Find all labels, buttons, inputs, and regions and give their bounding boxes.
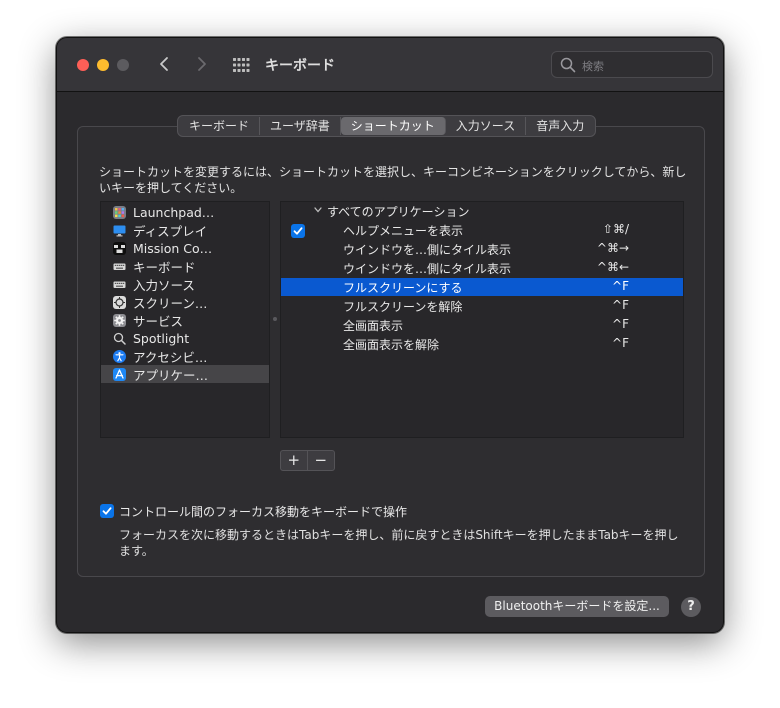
display-icon	[113, 224, 126, 237]
setup-bluetooth-keyboard-button[interactable]: Bluetoothキーボードを設定...	[485, 596, 669, 617]
shortcut-row[interactable]: ウインドウを…側にタイル表示 ^⌘→	[281, 240, 683, 258]
services-gear-icon	[113, 313, 126, 327]
shortcut-group-row[interactable]: すべてのアプリケーション	[281, 202, 683, 220]
keyboard-navigation-checkbox[interactable]	[100, 504, 114, 518]
category-item-app-shortcuts[interactable]: アプリケー…	[101, 365, 269, 383]
category-label: キーボード	[133, 259, 196, 275]
category-label: Spotlight	[133, 330, 190, 346]
shortcut-label: ヘルプメニューを表示	[343, 224, 464, 238]
category-label: Mission Co…	[133, 240, 213, 256]
category-label: Launchpad…	[133, 204, 215, 220]
shortcut-key[interactable]: ^F	[569, 298, 629, 312]
keyboard-navigation-label[interactable]: コントロール間のフォーカス移動をキーボードで操作	[119, 503, 407, 520]
category-label: サービス	[133, 313, 184, 329]
shortcut-key[interactable]: ^F	[569, 317, 629, 331]
search-field[interactable]: 検索	[551, 51, 713, 78]
checkmark-icon	[102, 507, 112, 515]
window-title: キーボード	[265, 58, 335, 74]
shortcut-row[interactable]: ウインドウを…側にタイル表示 ^⌘←	[281, 259, 683, 277]
search-icon	[560, 57, 576, 73]
tab-keyboard[interactable]: キーボード	[179, 117, 261, 135]
show-all-button[interactable]	[231, 55, 251, 75]
grid-icon	[233, 58, 250, 72]
category-item-services[interactable]: サービス	[101, 311, 269, 329]
shortcut-label: ウインドウを…側にタイル表示	[343, 243, 512, 257]
category-list: Launchpad… ディスプレイ Mission Co… キーボード 入力ソー…	[100, 201, 270, 438]
preferences-window: キーボード 検索 キーボード ユーザ辞書 ショートカット 入力ソース 音声入力 …	[56, 37, 724, 633]
category-label: ディスプレイ	[133, 223, 208, 239]
add-shortcut-button[interactable]: +	[281, 451, 308, 470]
keyboard-navigation-description: フォーカスを次に移動するときはTabキーを押し、前に戻すときはShiftキーを押…	[119, 528, 679, 558]
category-item-spotlight[interactable]: Spotlight	[101, 329, 269, 347]
shortcut-label: 全画面表示	[343, 319, 404, 333]
chevron-down-icon[interactable]	[313, 205, 323, 215]
forward-button[interactable]	[191, 52, 211, 76]
split-view-handle[interactable]	[273, 317, 277, 321]
shortcut-key[interactable]: ^F	[569, 336, 629, 350]
minimize-button[interactable]	[97, 59, 109, 71]
input-sources-icon	[113, 278, 126, 291]
shortcut-row[interactable]: 全画面表示 ^F	[281, 316, 683, 334]
launchpad-icon	[113, 205, 126, 219]
shortcut-list: すべてのアプリケーション ヘルプメニューを表示 ⇧⌘/ ウインドウを…側にタイル…	[280, 201, 684, 438]
tab-user-dictionary[interactable]: ユーザ辞書	[260, 117, 341, 135]
shortcut-label: フルスクリーンを解除	[343, 300, 463, 314]
shortcut-key[interactable]: ^F	[569, 279, 629, 293]
shortcut-group-label: すべてのアプリケーション	[327, 205, 470, 219]
category-item-screenshots[interactable]: スクリーン…	[101, 293, 269, 311]
app-shortcuts-icon	[113, 367, 126, 381]
spotlight-icon	[113, 332, 126, 345]
shortcut-key[interactable]: ^⌘→	[569, 241, 629, 255]
mission-control-icon	[113, 241, 126, 255]
remove-shortcut-button[interactable]: −	[308, 451, 334, 470]
chevron-left-icon	[160, 57, 168, 71]
shortcut-row[interactable]: 全画面表示を解除 ^F	[281, 335, 683, 353]
tab-input-sources[interactable]: 入力ソース	[446, 117, 527, 135]
category-label: 入力ソース	[133, 277, 195, 293]
category-item-launchpad[interactable]: Launchpad…	[101, 203, 269, 221]
shortcut-description: ショートカットを変更するには、ショートカットを選択し、キーコンビネーションをクリ…	[99, 165, 687, 195]
category-item-accessibility[interactable]: アクセシビ…	[101, 347, 269, 365]
shortcut-row-selected[interactable]: フルスクリーンにする ^F	[281, 278, 683, 296]
shortcut-label: フルスクリーンにする	[343, 281, 463, 295]
screenshot-icon	[113, 295, 126, 309]
shortcut-label: ウインドウを…側にタイル表示	[343, 262, 512, 276]
keyboard-icon	[113, 260, 126, 273]
tab-dictation[interactable]: 音声入力	[526, 117, 594, 135]
category-item-mission-control[interactable]: Mission Co…	[101, 239, 269, 257]
search-placeholder: 検索	[582, 60, 604, 73]
category-label: アクセシビ…	[133, 349, 208, 365]
title-bar: キーボード 検索	[57, 38, 723, 92]
shortcut-label: 全画面表示を解除	[343, 338, 440, 352]
close-button[interactable]	[77, 59, 89, 71]
help-button[interactable]: ?	[681, 597, 701, 617]
category-label: アプリケー…	[133, 367, 209, 383]
tab-bar: キーボード ユーザ辞書 ショートカット 入力ソース 音声入力	[177, 115, 597, 137]
accessibility-icon	[113, 349, 126, 363]
checkmark-icon	[293, 227, 303, 235]
back-button[interactable]	[155, 52, 175, 76]
tab-shortcuts[interactable]: ショートカット	[340, 117, 446, 135]
category-item-display[interactable]: ディスプレイ	[101, 221, 269, 239]
shortcut-row[interactable]: ヘルプメニューを表示 ⇧⌘/	[281, 221, 683, 239]
shortcut-key[interactable]: ^⌘←	[569, 260, 629, 274]
category-label: スクリーン…	[133, 295, 208, 311]
shortcut-key[interactable]: ⇧⌘/	[569, 222, 629, 236]
shortcut-enable-checkbox[interactable]	[291, 224, 305, 238]
shortcut-row[interactable]: フルスクリーンを解除 ^F	[281, 297, 683, 315]
chevron-right-icon	[198, 57, 206, 71]
category-item-keyboard[interactable]: キーボード	[101, 257, 269, 275]
zoom-button[interactable]	[117, 59, 129, 71]
add-remove-buttons: + −	[280, 450, 335, 471]
category-item-input-sources[interactable]: 入力ソース	[101, 275, 269, 293]
